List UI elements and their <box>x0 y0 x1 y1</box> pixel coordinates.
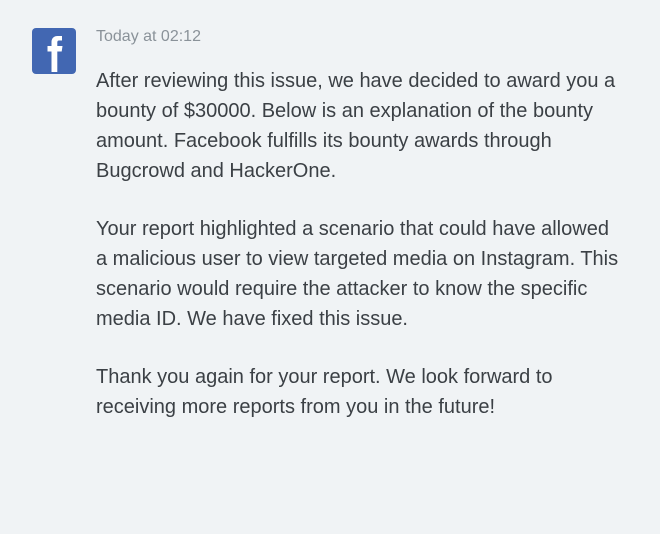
message-paragraph: After reviewing this issue, we have deci… <box>96 66 620 186</box>
message-paragraph: Your report highlighted a scenario that … <box>96 214 620 334</box>
message-paragraph: Thank you again for your report. We look… <box>96 362 620 422</box>
avatar <box>32 30 76 74</box>
facebook-icon <box>32 28 76 77</box>
message-content: Today at 02:12 After reviewing this issu… <box>96 28 628 422</box>
message-container: Today at 02:12 After reviewing this issu… <box>32 28 628 422</box>
message-timestamp: Today at 02:12 <box>96 28 620 46</box>
message-body: After reviewing this issue, we have deci… <box>96 66 620 422</box>
